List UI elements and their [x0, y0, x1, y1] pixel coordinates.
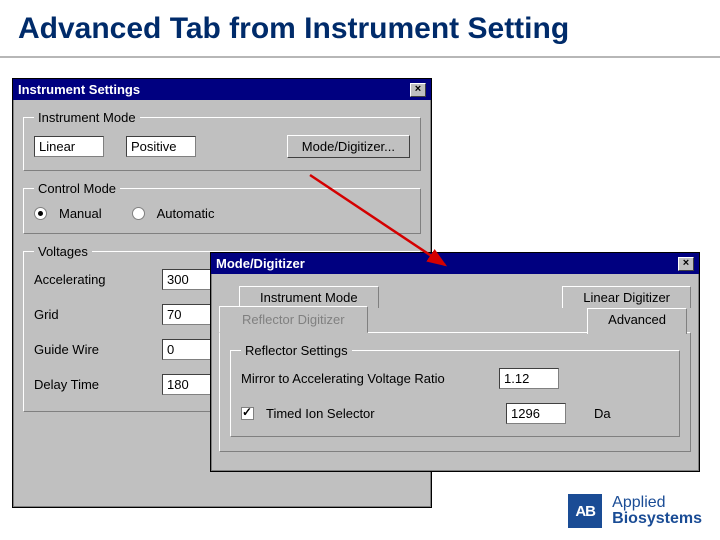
group-legend: Reflector Settings: [241, 343, 352, 358]
field-label: Accelerating: [34, 272, 154, 287]
mode-value: Linear: [34, 136, 104, 157]
group-reflector-settings: Reflector Settings Mirror to Acceleratin…: [230, 343, 680, 437]
unit-label: Da: [594, 406, 611, 421]
close-icon[interactable]: ×: [678, 257, 694, 271]
window-title: Mode/Digitizer: [216, 256, 305, 271]
titlebar-instrument-settings: Instrument Settings ×: [13, 79, 431, 100]
titlebar-mode-digitizer: Mode/Digitizer ×: [211, 253, 699, 274]
group-legend: Control Mode: [34, 181, 120, 196]
close-icon[interactable]: ×: [410, 83, 426, 97]
slide-title: Advanced Tab from Instrument Setting: [0, 0, 720, 50]
slide-rule: [0, 56, 720, 58]
group-control-mode: Control Mode Manual Automatic: [23, 181, 421, 234]
logo-mark: AB: [568, 494, 602, 528]
timed-ion-input[interactable]: 1296: [506, 403, 566, 424]
radio-automatic[interactable]: [132, 207, 145, 220]
tab-pane: Reflector Settings Mirror to Acceleratin…: [219, 332, 691, 452]
logo-text-line1: Applied: [612, 495, 702, 511]
mode-dropdown[interactable]: Linear: [34, 136, 104, 157]
field-label: Grid: [34, 307, 154, 322]
timed-ion-label: Timed Ion Selector: [266, 406, 498, 421]
tab-strip: Instrument Mode Linear Digitizer Reflect…: [219, 284, 691, 452]
field-label: Delay Time: [34, 377, 154, 392]
tab-advanced[interactable]: Advanced: [587, 308, 687, 334]
radio-manual[interactable]: [34, 207, 47, 220]
radio-label: Automatic: [157, 206, 215, 221]
tab-instrument-mode[interactable]: Instrument Mode: [239, 286, 379, 308]
window-title: Instrument Settings: [18, 82, 140, 97]
group-legend: Instrument Mode: [34, 110, 140, 125]
polarity-value: Positive: [126, 136, 196, 157]
radio-label: Manual: [59, 206, 102, 221]
ratio-input[interactable]: 1.12: [499, 368, 559, 389]
logo-text-line2: Biosystems: [612, 511, 702, 527]
ratio-label: Mirror to Accelerating Voltage Ratio: [241, 371, 491, 386]
mode-digitizer-window: Mode/Digitizer × Instrument Mode Linear …: [210, 252, 700, 472]
tab-reflector-digitizer[interactable]: Reflector Digitizer: [219, 306, 368, 333]
mode-digitizer-button[interactable]: Mode/Digitizer...: [287, 135, 410, 158]
field-label: Guide Wire: [34, 342, 154, 357]
tab-linear-digitizer[interactable]: Linear Digitizer: [562, 286, 691, 308]
group-legend: Voltages: [34, 244, 92, 259]
applied-biosystems-logo: AB Applied Biosystems: [568, 494, 702, 528]
timed-ion-checkbox[interactable]: [241, 407, 254, 420]
polarity-dropdown[interactable]: Positive: [126, 136, 196, 157]
group-instrument-mode: Instrument Mode Linear Positive Mode/Dig…: [23, 110, 421, 171]
